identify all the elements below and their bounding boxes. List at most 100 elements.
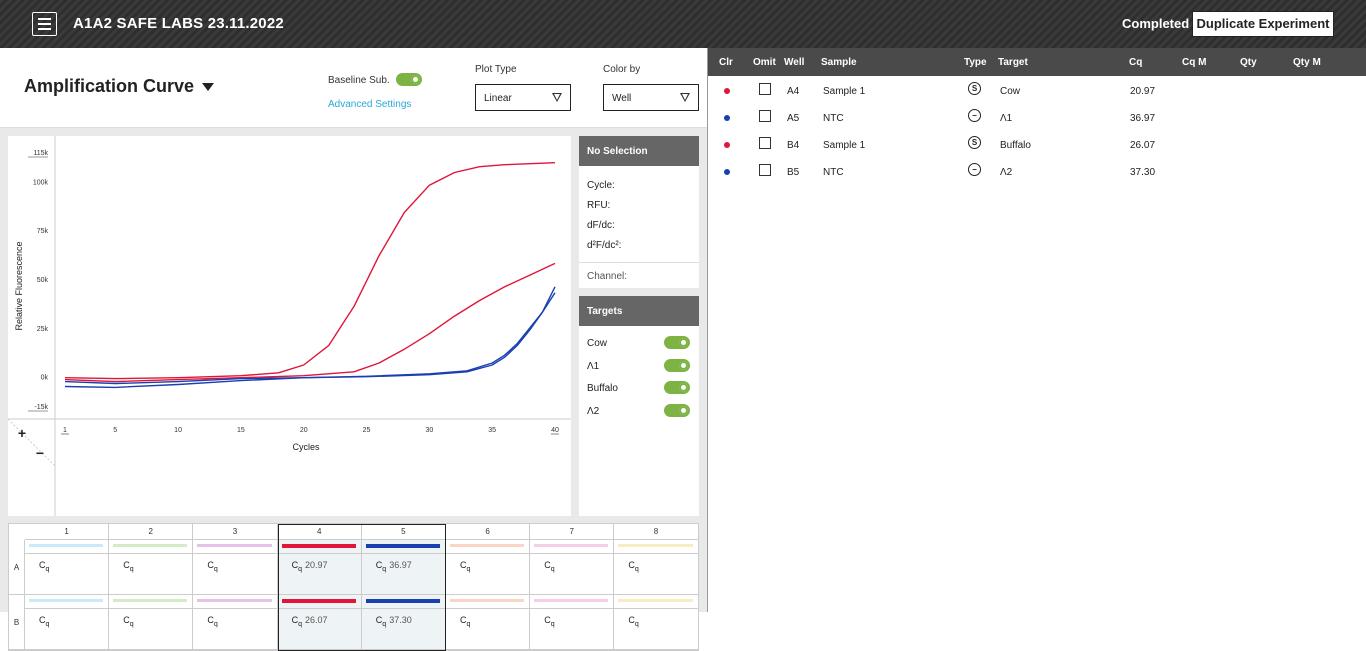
x-axis-label: Cycles (292, 442, 320, 452)
col-omit[interactable]: Omit (753, 57, 776, 68)
omit-checkbox[interactable] (759, 164, 771, 176)
well-cq: Cq (207, 615, 220, 628)
table-row[interactable]: B4 Sample 1 S Buffalo 26.07 (708, 131, 1366, 158)
table-row[interactable]: A4 Sample 1 S Cow 20.97 (708, 77, 1366, 104)
plate-well[interactable]: Cq (614, 595, 699, 650)
well-color-dot (724, 142, 730, 148)
plate-column-header[interactable]: 6 (446, 524, 531, 540)
amplification-curve-a5[interactable] (64, 286, 556, 389)
plate-well[interactable]: Cq (193, 595, 278, 650)
row-cq: 20.97 (1130, 86, 1156, 97)
x-tick-label: 1 (63, 427, 67, 434)
plate-well[interactable]: Cq 20.97 (277, 540, 362, 595)
cq-subscript: q (550, 565, 555, 573)
well-color-bar (197, 599, 272, 602)
plate-well[interactable]: Cq 36.97 (361, 540, 446, 595)
cq-value: 37.30 (389, 615, 412, 625)
omit-checkbox[interactable] (759, 110, 771, 122)
plate-well[interactable]: Cq (193, 540, 278, 595)
omit-checkbox[interactable] (759, 137, 771, 149)
omit-checkbox[interactable] (759, 83, 771, 95)
amplification-curve-b4[interactable] (64, 262, 556, 383)
plate-row-header[interactable]: B (9, 595, 25, 650)
baseline-toggle[interactable] (396, 73, 422, 86)
col-cq-mean[interactable]: Cq M (1182, 57, 1206, 68)
target-toggle-cow[interactable] (664, 336, 690, 349)
target-label-cow: Cow (587, 338, 608, 349)
col-qty[interactable]: Qty (1240, 57, 1257, 68)
row-sample: Sample 1 (823, 140, 866, 151)
y-tick-label: 25k (37, 326, 49, 333)
well-color-bar (29, 599, 104, 602)
sample-type-icon: S (968, 82, 981, 95)
plot-type-select[interactable]: Linear (475, 84, 571, 111)
plate-well[interactable]: Cq 37.30 (361, 595, 446, 650)
target-label-a2: Λ2 (587, 406, 600, 417)
hamburger-menu-icon[interactable] (32, 12, 57, 36)
zoom-out-icon[interactable]: − (36, 445, 44, 461)
col-type[interactable]: Type (964, 57, 987, 68)
col-sample[interactable]: Sample (821, 57, 857, 68)
well-divider (446, 608, 530, 609)
selection-info-card: No Selection Cycle: RFU: dF/dc: d²F/dc²:… (579, 136, 699, 288)
dropdown-triangle-icon (552, 93, 562, 102)
plate-well[interactable]: Cq (25, 540, 110, 595)
amplification-curve-b5[interactable] (64, 292, 556, 385)
plot-type-value: Linear (484, 93, 512, 104)
amplification-chart[interactable]: 115k100k75k50k25k0k-15k 1 5 10 15 20 25 30 35 40… (7, 136, 571, 516)
color-by-select[interactable]: Well (603, 84, 699, 111)
well-color-bar (618, 599, 693, 602)
plate-column-header[interactable]: 8 (614, 524, 699, 540)
x-tick-label: 20 (300, 427, 308, 434)
well-color-bar (113, 599, 188, 602)
plate-well[interactable]: Cq (109, 595, 194, 650)
df-label: dF/dc: (587, 220, 615, 231)
well-cq: Cq (628, 560, 641, 573)
plate-column-header[interactable]: 1 (25, 524, 110, 540)
well-divider (109, 608, 193, 609)
plate-column-header[interactable]: 2 (109, 524, 194, 540)
target-toggle-buffalo[interactable] (664, 381, 690, 394)
table-row[interactable]: B5 NTC − Λ2 37.30 (708, 158, 1366, 185)
plate-well[interactable]: Cq (446, 595, 531, 650)
col-qty-mean[interactable]: Qty M (1293, 57, 1321, 68)
cq-subscript: q (213, 620, 218, 628)
amplification-curve-a4[interactable] (64, 162, 556, 380)
well-color-bar (281, 599, 356, 603)
plate-well[interactable]: Cq (614, 540, 699, 595)
target-toggle-a2[interactable] (664, 404, 690, 417)
duplicate-experiment-button[interactable]: Duplicate Experiment (1192, 11, 1334, 37)
y-tick-label: 0k (41, 375, 49, 382)
cq-subscript: q (129, 620, 134, 628)
target-toggle-a1[interactable] (664, 359, 690, 372)
col-well[interactable]: Well (784, 57, 804, 68)
well-color-bar (365, 544, 440, 548)
col-clr[interactable]: Clr (719, 57, 733, 68)
plot-title-dropdown[interactable]: Amplification Curve (24, 76, 215, 97)
plate-column-header[interactable]: 4 (277, 524, 362, 540)
x-tick-label: 5 (113, 427, 117, 434)
plate-column-header[interactable]: 7 (530, 524, 615, 540)
y-tick-label: -15k (34, 404, 48, 411)
col-cq[interactable]: Cq (1129, 57, 1142, 68)
well-cq: Cq (39, 560, 52, 573)
plate-column-header[interactable]: 3 (193, 524, 278, 540)
advanced-settings-link[interactable]: Advanced Settings (328, 99, 411, 110)
zoom-in-icon[interactable]: + (18, 425, 26, 441)
plate-well[interactable]: Cq (25, 595, 110, 650)
plate-well[interactable]: Cq (530, 595, 615, 650)
table-row[interactable]: A5 NTC − Λ1 36.97 (708, 104, 1366, 131)
well-color-bar (197, 544, 272, 547)
well-color-bar (618, 544, 693, 547)
cq-subscript: q (466, 620, 471, 628)
plate-column-header[interactable]: 5 (361, 524, 446, 540)
plate-well[interactable]: Cq (446, 540, 531, 595)
col-target[interactable]: Target (998, 57, 1028, 68)
cq-subscript: q (298, 620, 302, 628)
plate-well[interactable]: Cq 26.07 (277, 595, 362, 650)
targets-title: Targets (579, 296, 699, 326)
plate-well[interactable]: Cq (109, 540, 194, 595)
plate-row-header[interactable]: A (9, 540, 25, 595)
run-status: Completed (1122, 16, 1190, 31)
plate-well[interactable]: Cq (530, 540, 615, 595)
